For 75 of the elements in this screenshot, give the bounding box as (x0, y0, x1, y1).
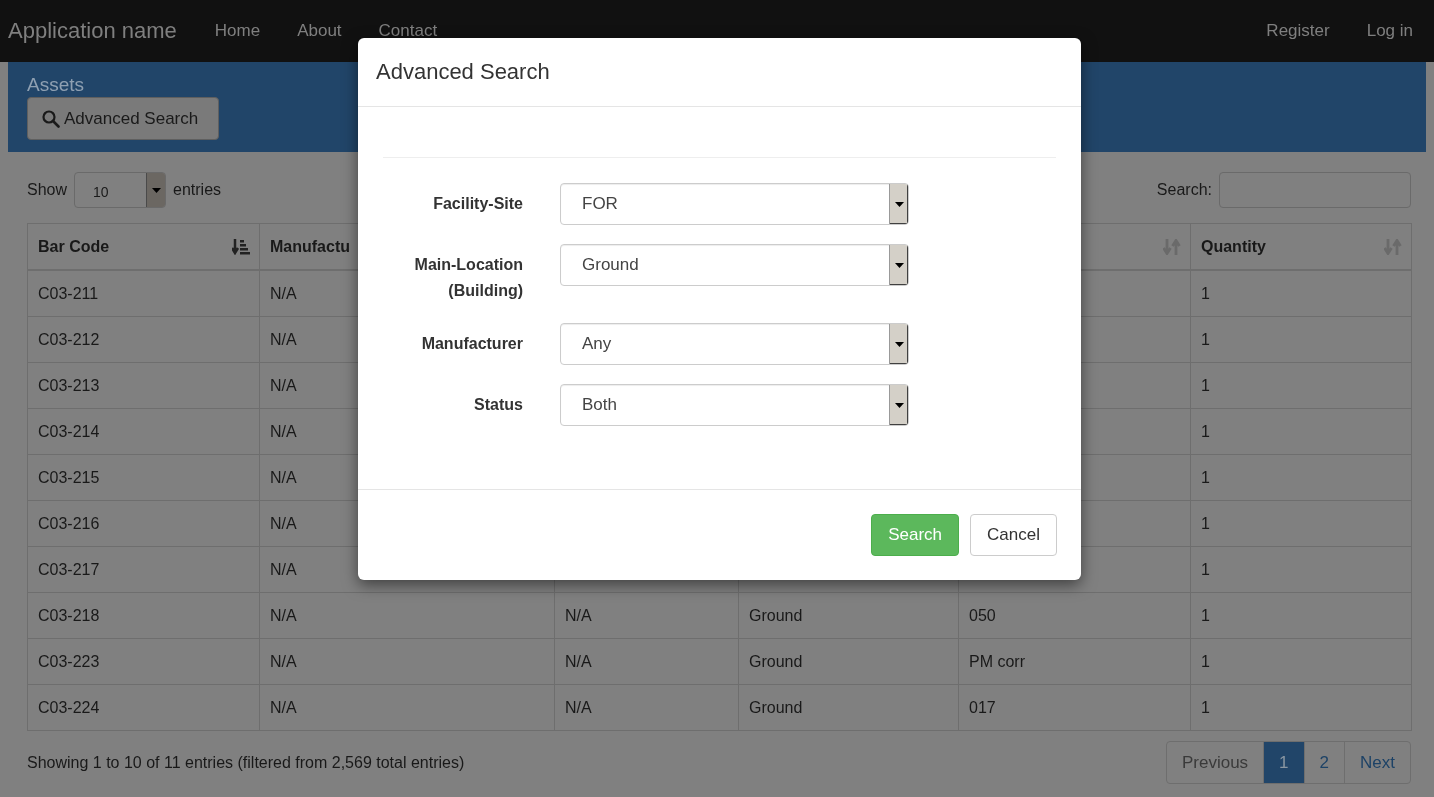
table-cell: 1 (1201, 652, 1210, 670)
column-header[interactable]: Manufactu (270, 237, 350, 255)
table-info: Showing 1 to 10 of 11 entries (filtered from 2,569 total entries) (27, 753, 465, 772)
table-cell: 1 (1201, 330, 1210, 348)
table-cell: N/A (270, 284, 297, 302)
brand-link[interactable]: Application name (8, 18, 177, 44)
caret-icon (894, 402, 904, 408)
table-cell: 1 (1201, 376, 1210, 394)
table-cell: 1 (1201, 698, 1210, 716)
table-cell: N/A (565, 698, 592, 716)
table-cell: C03-211 (38, 284, 99, 302)
field-label: Main-Location (Building) (413, 255, 523, 301)
field-label: Status (473, 395, 523, 415)
table-cell: Ground (749, 698, 803, 716)
page-link[interactable]: Next (1344, 742, 1410, 783)
search-button[interactable]: Search (871, 514, 960, 556)
table-cell: N/A (270, 468, 297, 486)
table-cell: C03-215 (38, 468, 100, 486)
nav-link[interactable]: Register (1266, 21, 1330, 41)
table-cell: 1 (1201, 468, 1210, 486)
search-label: Search: (1156, 181, 1212, 199)
table-cell: C03-218 (38, 606, 100, 624)
table-cell: N/A (270, 606, 297, 624)
table-cell: N/A (270, 514, 297, 532)
dropdown[interactable]: Any (560, 323, 909, 365)
column-header[interactable]: Bar Code (38, 237, 110, 255)
table-cell: N/A (270, 330, 297, 348)
table-cell: C03-216 (38, 514, 100, 532)
caret-icon (894, 341, 904, 347)
table-cell: 1 (1201, 422, 1210, 440)
table-cell: 017 (969, 698, 996, 716)
table-cell: 1 (1201, 560, 1210, 578)
table-cell: Ground (749, 652, 803, 670)
table-cell: C03-223 (38, 652, 100, 670)
page-link[interactable]: 2 (1303, 742, 1345, 783)
entries-dropdown[interactable]: 10 (74, 172, 167, 208)
column-header[interactable]: Quantity (1201, 237, 1266, 255)
entries-label: entries (173, 181, 222, 199)
table-cell: N/A (565, 652, 592, 670)
show-label: Show (27, 181, 68, 199)
table-cell: N/A (270, 422, 297, 440)
table-cell: C03-212 (38, 330, 100, 348)
table-cell: 1 (1201, 514, 1210, 532)
table-cell: N/A (270, 652, 297, 670)
caret-icon (894, 262, 904, 268)
table-cell: N/A (565, 606, 592, 624)
table-cell: PM corr (969, 652, 1025, 670)
table-cell: N/A (270, 698, 297, 716)
advanced-search-button[interactable]: Advanced Search (27, 97, 219, 140)
table-cell: C03-213 (38, 376, 100, 394)
nav-link[interactable]: Home (214, 21, 261, 41)
caret-icon (894, 201, 904, 207)
dropdown[interactable]: FOR (560, 183, 909, 225)
nav-link[interactable]: Contact (378, 21, 438, 41)
table-cell: 1 (1201, 606, 1210, 624)
nav-link[interactable]: Log in (1366, 21, 1413, 41)
table-cell: Ground (749, 606, 803, 624)
table-cell: C03-224 (38, 698, 100, 716)
search-icon (42, 109, 60, 128)
nav-link[interactable]: About (297, 21, 342, 41)
table-cell: 1 (1201, 284, 1210, 302)
cancel-button[interactable]: Cancel (970, 514, 1057, 556)
field-label: Manufacturer (420, 334, 523, 354)
field-label: Facility-Site (432, 194, 523, 214)
caret-icon (151, 187, 161, 193)
table-cell: N/A (270, 376, 297, 394)
table-cell: C03-214 (38, 422, 100, 440)
page-link[interactable]: 1 (1263, 742, 1304, 783)
modal-title: Advanced Search (376, 59, 550, 85)
table-cell: C03-217 (38, 560, 100, 578)
dropdown[interactable]: Both (560, 384, 909, 426)
panel-title: Assets (27, 74, 85, 96)
table-cell: 050 (969, 606, 996, 624)
table-cell: N/A (270, 560, 297, 578)
dropdown[interactable]: Ground (560, 244, 909, 286)
